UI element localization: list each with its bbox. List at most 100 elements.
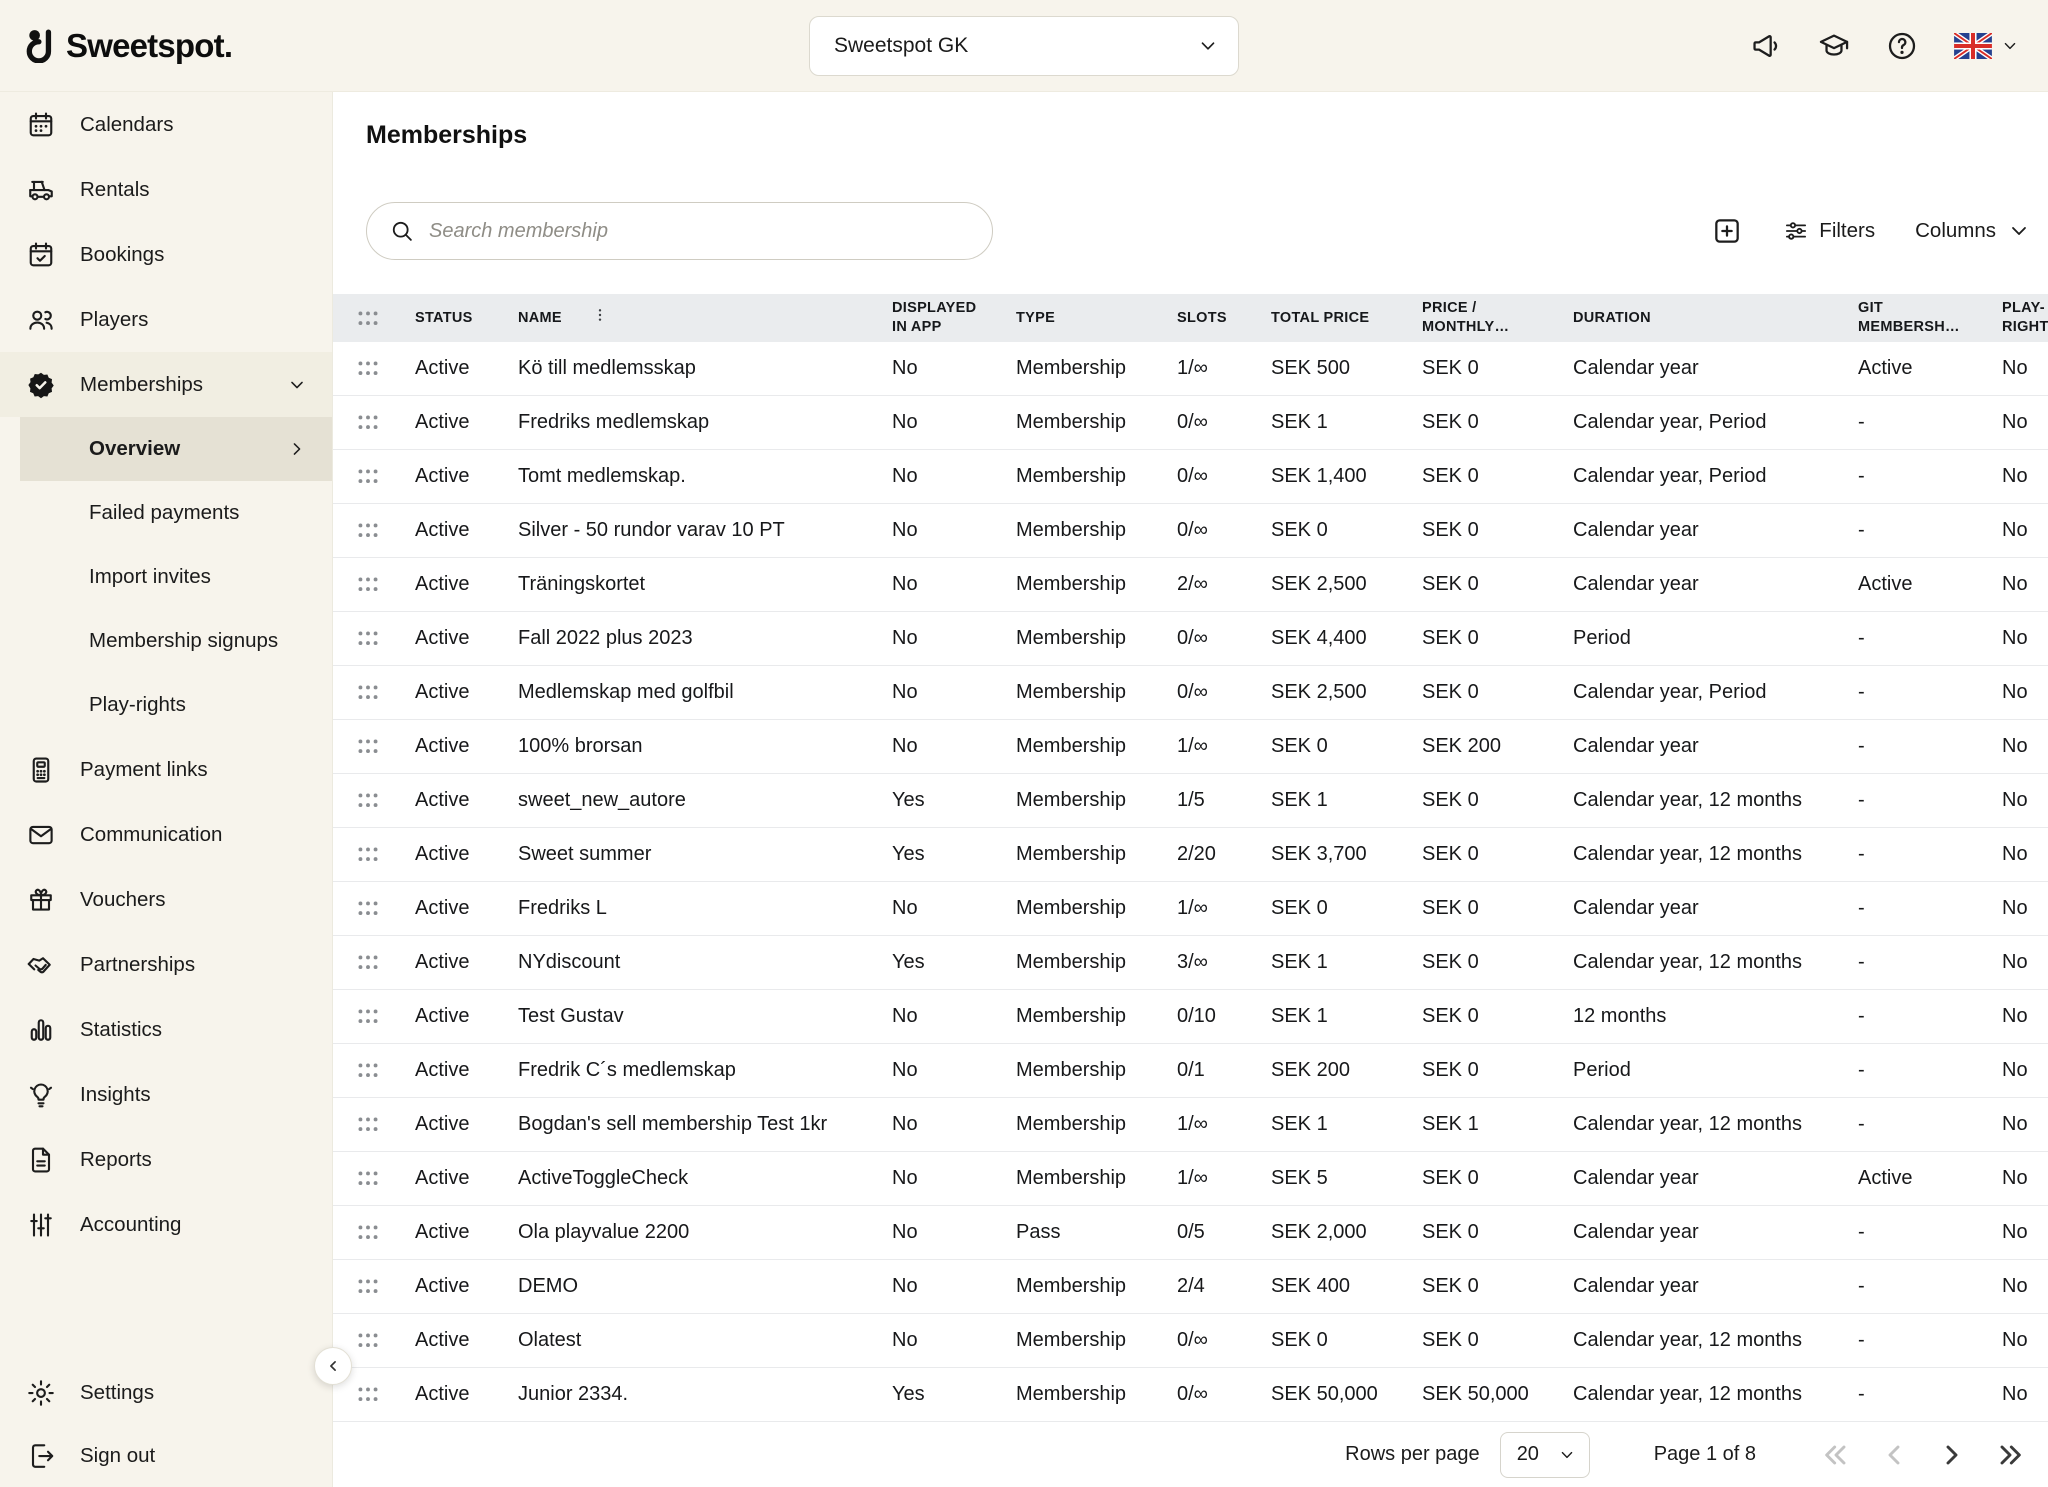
last-page-button[interactable] (1994, 1439, 2026, 1471)
sidebar-item-settings[interactable]: Settings (0, 1360, 332, 1425)
cell-name[interactable]: Fredrik C´s medlemskap (518, 1059, 892, 1082)
megaphone-icon[interactable] (1750, 30, 1782, 62)
table-row[interactable]: Active Silver - 50 rundor varav 10 PT No… (333, 504, 2048, 558)
sidebar-item-bookings[interactable]: Bookings (0, 222, 332, 287)
table-row[interactable]: Active Bogdan's sell membership Test 1kr… (333, 1098, 2048, 1152)
cell-displayed-in-app: No (892, 627, 1016, 650)
drag-handle-icon[interactable] (333, 1224, 415, 1241)
cell-name[interactable]: Medlemskap med golfbil (518, 681, 892, 704)
cell-name[interactable]: Olatest (518, 1329, 892, 1352)
next-page-button[interactable] (1936, 1439, 1968, 1471)
drag-handle-icon[interactable] (333, 576, 415, 593)
cell-name[interactable]: Sweet summer (518, 843, 892, 866)
sidebar-item-statistics[interactable]: Statistics (0, 997, 332, 1062)
table-row[interactable]: Active Sweet summer Yes Membership 2/20 … (333, 828, 2048, 882)
table-row[interactable]: Active Kö till medlemsskap No Membership… (333, 342, 2048, 396)
drag-handle-icon[interactable] (333, 954, 415, 971)
cell-name[interactable]: ActiveToggleCheck (518, 1167, 892, 1190)
sidebar-subitem-overview[interactable]: Overview (20, 417, 332, 481)
drag-handle-icon[interactable] (333, 846, 415, 863)
table-row[interactable]: Active Fredrik C´s medlemskap No Members… (333, 1044, 2048, 1098)
sidebar-subitem-failed-payments[interactable]: Failed payments (0, 481, 332, 545)
cell-git-membership: - (1858, 1221, 2002, 1244)
drag-handle-icon[interactable] (333, 900, 415, 917)
cell-name[interactable]: Test Gustav (518, 1005, 892, 1028)
drag-handle-icon[interactable] (333, 792, 415, 809)
drag-handle-icon[interactable] (333, 1332, 415, 1349)
header-drag-handle[interactable] (333, 310, 415, 327)
club-selector-dropdown[interactable]: Sweetspot GK (809, 16, 1239, 76)
table-row[interactable]: Active ActiveToggleCheck No Membership 1… (333, 1152, 2048, 1206)
sidebar-subitem-import-invites[interactable]: Import invites (0, 545, 332, 609)
first-page-button[interactable] (1820, 1439, 1852, 1471)
cell-name[interactable]: sweet_new_autore (518, 789, 892, 812)
sidebar-collapse-button[interactable] (314, 1347, 352, 1385)
table-row[interactable]: Active Junior 2334. Yes Membership 0/∞ S… (333, 1368, 2048, 1422)
cell-name[interactable]: DEMO (518, 1275, 892, 1298)
sidebar-item-communication[interactable]: Communication (0, 802, 332, 867)
sweetspot-logo[interactable]: Sweetspot. (26, 27, 232, 65)
table-row[interactable]: Active Fredriks medlemskap No Membership… (333, 396, 2048, 450)
drag-handle-icon[interactable] (333, 630, 415, 647)
sidebar-item-memberships[interactable]: Memberships (0, 352, 332, 417)
drag-handle-icon[interactable] (333, 414, 415, 431)
cell-name[interactable]: Junior 2334. (518, 1383, 892, 1406)
sidebar-item-calendars[interactable]: Calendars (0, 92, 332, 157)
help-icon[interactable] (1886, 30, 1918, 62)
drag-handle-icon[interactable] (333, 738, 415, 755)
drag-handle-icon[interactable] (333, 522, 415, 539)
sidebar-item-rentals[interactable]: Rentals (0, 157, 332, 222)
drag-handle-icon[interactable] (333, 468, 415, 485)
add-button[interactable] (1711, 215, 1743, 247)
drag-handle-icon[interactable] (333, 684, 415, 701)
drag-handle-icon[interactable] (333, 1278, 415, 1295)
cell-name[interactable]: Silver - 50 rundor varav 10 PT (518, 519, 892, 542)
cell-name[interactable]: Träningskortet (518, 573, 892, 596)
cell-name[interactable]: NYdiscount (518, 951, 892, 974)
table-row[interactable]: Active Test Gustav No Membership 0/10 SE… (333, 990, 2048, 1044)
table-row[interactable]: Active Träningskortet No Membership 2/∞ … (333, 558, 2048, 612)
cell-name[interactable]: Bogdan's sell membership Test 1kr (518, 1113, 892, 1136)
sidebar-item-sign-out[interactable]: Sign out (0, 1425, 332, 1487)
table-row[interactable]: Active Fall 2022 plus 2023 No Membership… (333, 612, 2048, 666)
search-input[interactable] (429, 220, 970, 243)
sidebar-item-reports[interactable]: Reports (0, 1127, 332, 1192)
cell-name[interactable]: Fredriks L (518, 897, 892, 920)
sidebar-subitem-play-rights[interactable]: Play-rights (0, 673, 332, 737)
sidebar-item-vouchers[interactable]: Vouchers (0, 867, 332, 932)
columns-button[interactable]: Columns (1915, 218, 2032, 244)
filters-button[interactable]: Filters (1783, 218, 1875, 244)
language-selector[interactable] (1954, 33, 2020, 59)
table-row[interactable]: Active Fredriks L No Membership 1/∞ SEK … (333, 882, 2048, 936)
cell-name[interactable]: 100% brorsan (518, 735, 892, 758)
cell-name[interactable]: Fredriks medlemskap (518, 411, 892, 434)
sidebar-subitem-membership-signups[interactable]: Membership signups (0, 609, 332, 673)
sidebar-item-insights[interactable]: Insights (0, 1062, 332, 1127)
column-menu-icon[interactable] (592, 307, 608, 329)
drag-handle-icon[interactable] (333, 1170, 415, 1187)
sidebar-item-players[interactable]: Players (0, 287, 332, 352)
cell-name[interactable]: Tomt medlemskap. (518, 465, 892, 488)
table-row[interactable]: Active DEMO No Membership 2/4 SEK 400 SE… (333, 1260, 2048, 1314)
table-row[interactable]: Active Ola playvalue 2200 No Pass 0/5 SE… (333, 1206, 2048, 1260)
drag-handle-icon[interactable] (333, 1386, 415, 1403)
cell-name[interactable]: Kö till medlemsskap (518, 357, 892, 380)
table-row[interactable]: Active Medlemskap med golfbil No Members… (333, 666, 2048, 720)
sidebar-item-accounting[interactable]: Accounting (0, 1192, 332, 1257)
table-row[interactable]: Active sweet_new_autore Yes Membership 1… (333, 774, 2048, 828)
previous-page-button[interactable] (1878, 1439, 1910, 1471)
table-row[interactable]: Active 100% brorsan No Membership 1/∞ SE… (333, 720, 2048, 774)
table-row[interactable]: Active Tomt medlemskap. No Membership 0/… (333, 450, 2048, 504)
drag-handle-icon[interactable] (333, 1008, 415, 1025)
drag-handle-icon[interactable] (333, 360, 415, 377)
graduation-cap-icon[interactable] (1818, 30, 1850, 62)
cell-name[interactable]: Fall 2022 plus 2023 (518, 627, 892, 650)
rows-per-page-select[interactable]: 20 (1500, 1432, 1590, 1478)
drag-handle-icon[interactable] (333, 1116, 415, 1133)
drag-handle-icon[interactable] (333, 1062, 415, 1079)
table-row[interactable]: Active NYdiscount Yes Membership 3/∞ SEK… (333, 936, 2048, 990)
sidebar-item-payment-links[interactable]: Payment links (0, 737, 332, 802)
sidebar-item-partnerships[interactable]: Partnerships (0, 932, 332, 997)
table-row[interactable]: Active Olatest No Membership 0/∞ SEK 0 S… (333, 1314, 2048, 1368)
cell-name[interactable]: Ola playvalue 2200 (518, 1221, 892, 1244)
